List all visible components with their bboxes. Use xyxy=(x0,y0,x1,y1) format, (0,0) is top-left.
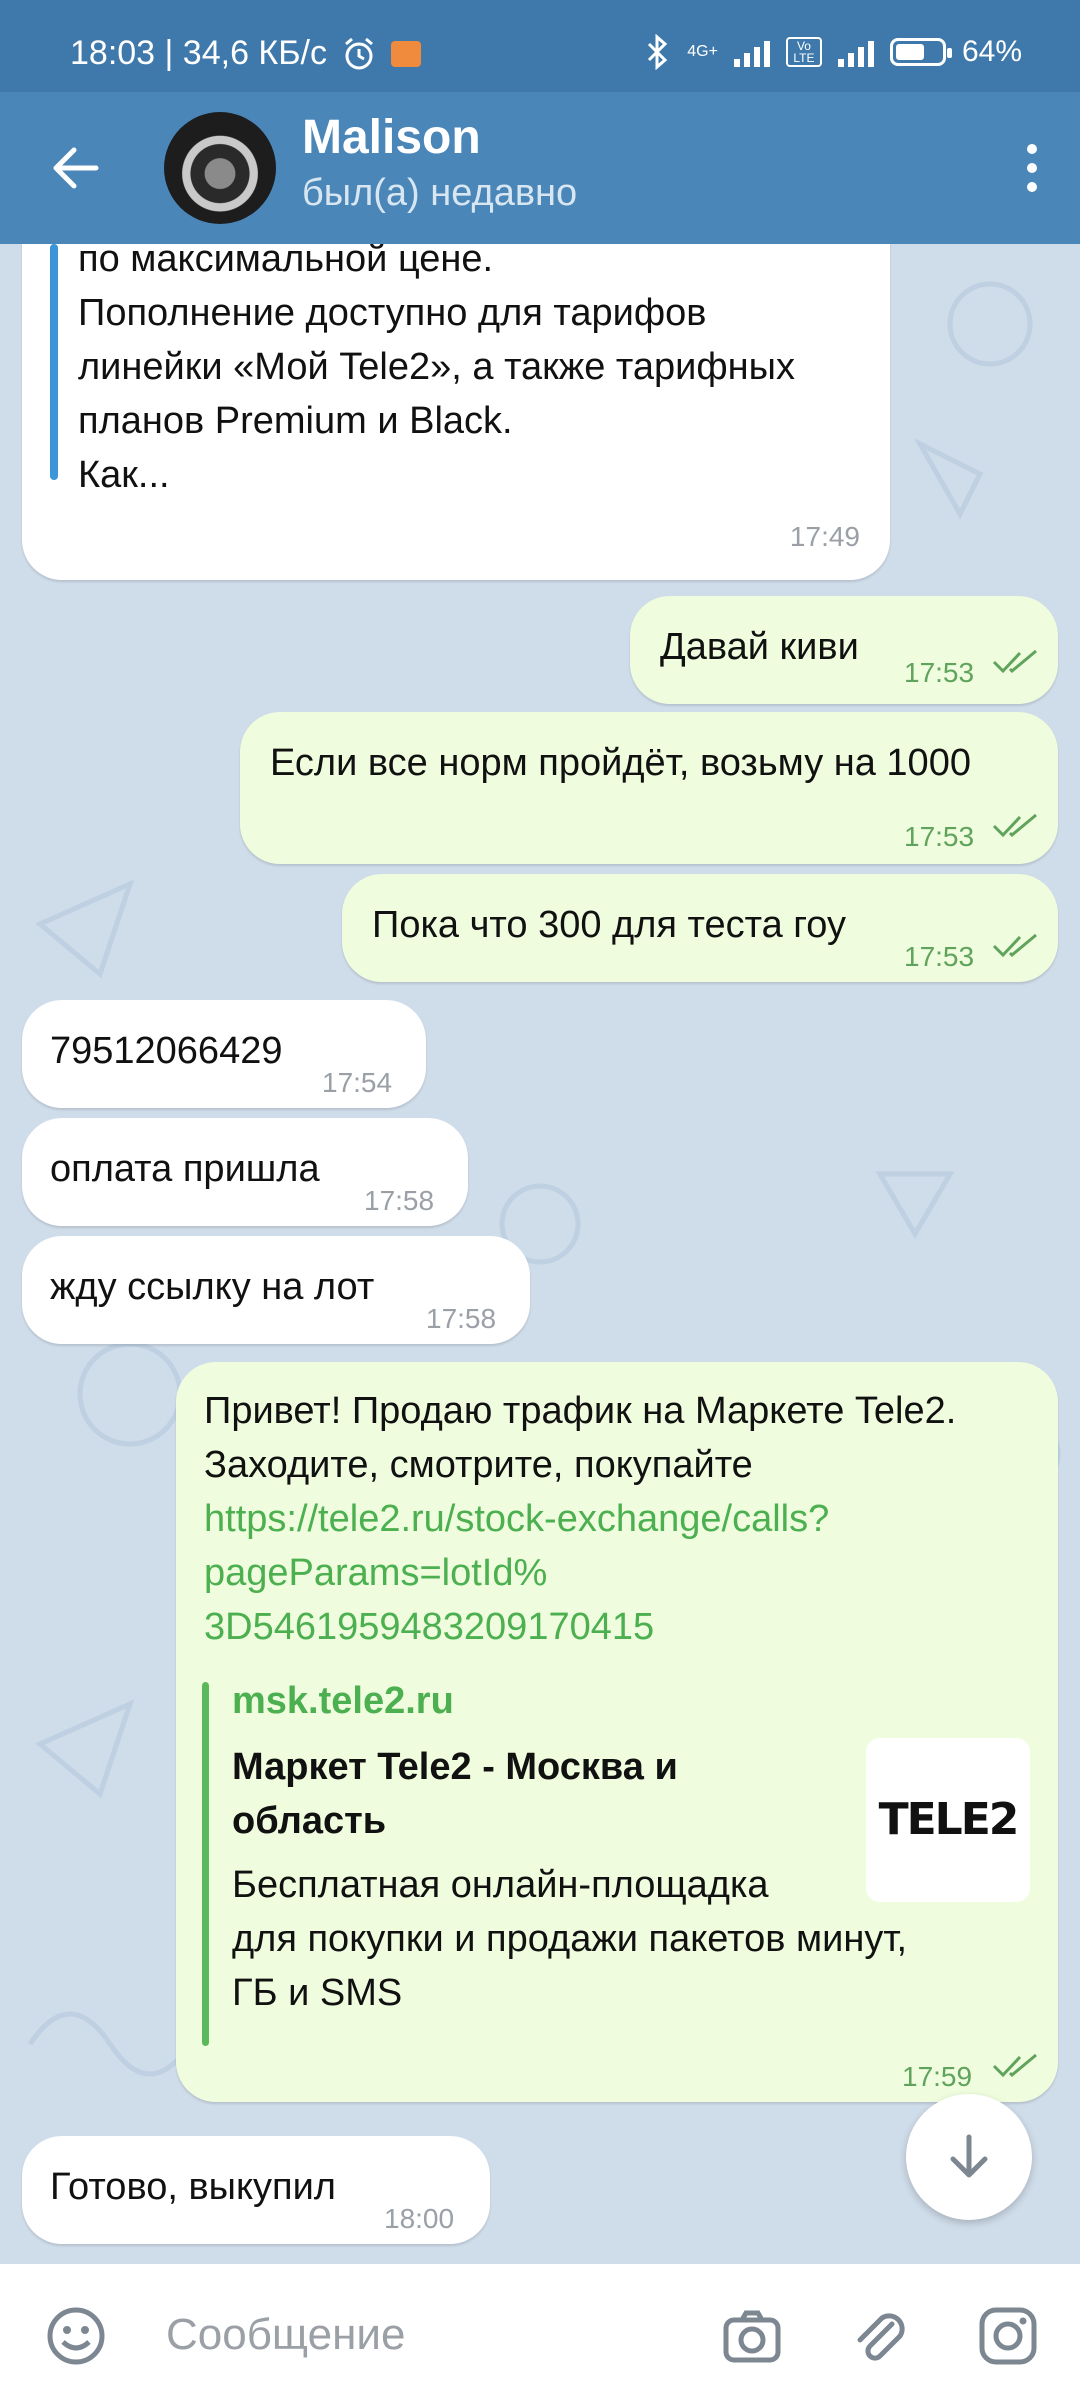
preview-thumbnail: TELE2 xyxy=(866,1738,1030,1902)
contact-name[interactable]: Malison xyxy=(302,110,481,165)
status-left: 18:03 | 34,6 КБ/с xyxy=(70,34,421,73)
quote-bar xyxy=(50,244,58,480)
message-line: Заходите, смотрите, покупайте xyxy=(204,1444,753,1486)
message-text: Готово, выкупил xyxy=(50,2166,336,2208)
emoji-icon[interactable] xyxy=(44,2304,108,2368)
message-time: 17:58 xyxy=(426,1303,497,1334)
chat-area[interactable]: по максимальной цене. Пополнение доступн… xyxy=(0,244,1080,2264)
network-label-1: 4G+ xyxy=(687,43,718,60)
message-time: 18:00 xyxy=(384,2203,455,2234)
message-time: 17:54 xyxy=(322,1067,393,1098)
message-outgoing[interactable]: Если все норм пройдёт, возьму на 1000 17… xyxy=(240,712,1058,864)
arrow-down-icon xyxy=(950,2134,988,2178)
message-text: Привет! Продаю трафик на Маркете Tele2. … xyxy=(204,1384,956,1654)
double-check-icon xyxy=(992,649,1037,674)
battery-icon xyxy=(889,38,952,66)
double-check-icon xyxy=(992,933,1037,958)
bluetooth-icon xyxy=(648,34,668,70)
camera-icon[interactable] xyxy=(720,2304,784,2368)
preview-site: msk.tele2.ru xyxy=(232,1680,454,1722)
signal-2-icon xyxy=(837,37,874,67)
attach-icon[interactable] xyxy=(848,2304,912,2368)
message-text: Давай киви xyxy=(660,626,859,668)
avatar[interactable] xyxy=(164,112,276,224)
message-time: 17:53 xyxy=(904,821,975,852)
more-vert-icon[interactable] xyxy=(1024,144,1040,192)
message-time: 17:58 xyxy=(364,1185,435,1216)
chat-header: Malison был(а) недавно xyxy=(0,92,1080,244)
message-line: планов Premium и Black. xyxy=(78,400,513,442)
double-check-icon xyxy=(992,2053,1037,2078)
message-link[interactable]: pageParams=lotId% xyxy=(204,1546,956,1600)
notification-app-icon xyxy=(391,40,421,67)
preview-desc-line: ГБ и SMS xyxy=(232,1972,403,2014)
message-text: Если все норм пройдёт, возьму на 1000 xyxy=(270,742,971,784)
message-outgoing-link[interactable]: Привет! Продаю трафик на Маркете Tele2. … xyxy=(176,1362,1058,2102)
message-incoming[interactable]: по максимальной цене. Пополнение доступн… xyxy=(22,244,890,580)
link-preview-bar xyxy=(202,1682,209,2046)
message-line: Как... xyxy=(78,454,170,496)
battery-percent: 64% xyxy=(961,35,1022,68)
message-input[interactable]: Сообщение xyxy=(166,2310,405,2360)
signal-1-icon xyxy=(733,37,770,67)
message-time: 17:53 xyxy=(904,657,975,688)
message-incoming[interactable]: 79512066429 17:54 xyxy=(22,1000,426,1108)
message-line: Пополнение доступно для тарифов xyxy=(78,292,707,334)
message-incoming[interactable]: Готово, выкупил 18:00 xyxy=(22,2136,490,2244)
message-text: Пока что 300 для теста гоу xyxy=(372,904,847,946)
message-line: линейки «Мой Tele2», а также тарифных xyxy=(78,346,795,388)
double-check-icon xyxy=(992,813,1037,838)
message-line: Привет! Продаю трафик на Маркете Tele2. xyxy=(204,1390,957,1432)
battery-fill xyxy=(895,44,924,60)
message-text: жду ссылку на лот xyxy=(50,1266,375,1308)
message-link[interactable]: 3D5461959483209170415 xyxy=(204,1600,956,1654)
message-text: 79512066429 xyxy=(50,1030,283,1072)
message-line: по максимальной цене. xyxy=(78,244,494,280)
status-right: 4G+ Vo LTE 64% xyxy=(645,34,1022,70)
contact-status: был(а) недавно xyxy=(302,172,578,214)
message-incoming[interactable]: жду ссылку на лот 17:58 xyxy=(22,1236,530,1344)
alarm-icon xyxy=(345,37,373,69)
status-time-speed: 18:03 | 34,6 КБ/с xyxy=(70,34,327,72)
message-input-bar: Сообщение xyxy=(0,2264,1080,2400)
back-arrow-icon[interactable] xyxy=(44,136,108,200)
status-bar: 18:03 | 34,6 КБ/с 4G+ Vo LTE 64% xyxy=(0,0,1080,92)
message-outgoing[interactable]: Давай киви 17:53 xyxy=(630,596,1058,704)
message-incoming[interactable]: оплата пришла 17:58 xyxy=(22,1118,468,1226)
preview-desc-line: для покупки и продажи пакетов минут, xyxy=(232,1918,908,1960)
message-text: по максимальной цене. Пополнение доступн… xyxy=(78,244,795,502)
message-time: 17:49 xyxy=(789,521,860,552)
message-time: 17:53 xyxy=(904,941,975,972)
message-link[interactable]: https://tele2.ru/stock-exchange/calls? xyxy=(204,1492,956,1546)
message-outgoing[interactable]: Пока что 300 для теста гоу 17:53 xyxy=(342,874,1058,982)
instagram-icon[interactable] xyxy=(976,2304,1040,2368)
network-label-2: Vo LTE xyxy=(785,37,822,67)
message-text: оплата пришла xyxy=(50,1148,320,1190)
scroll-down-button[interactable] xyxy=(906,2094,1032,2220)
